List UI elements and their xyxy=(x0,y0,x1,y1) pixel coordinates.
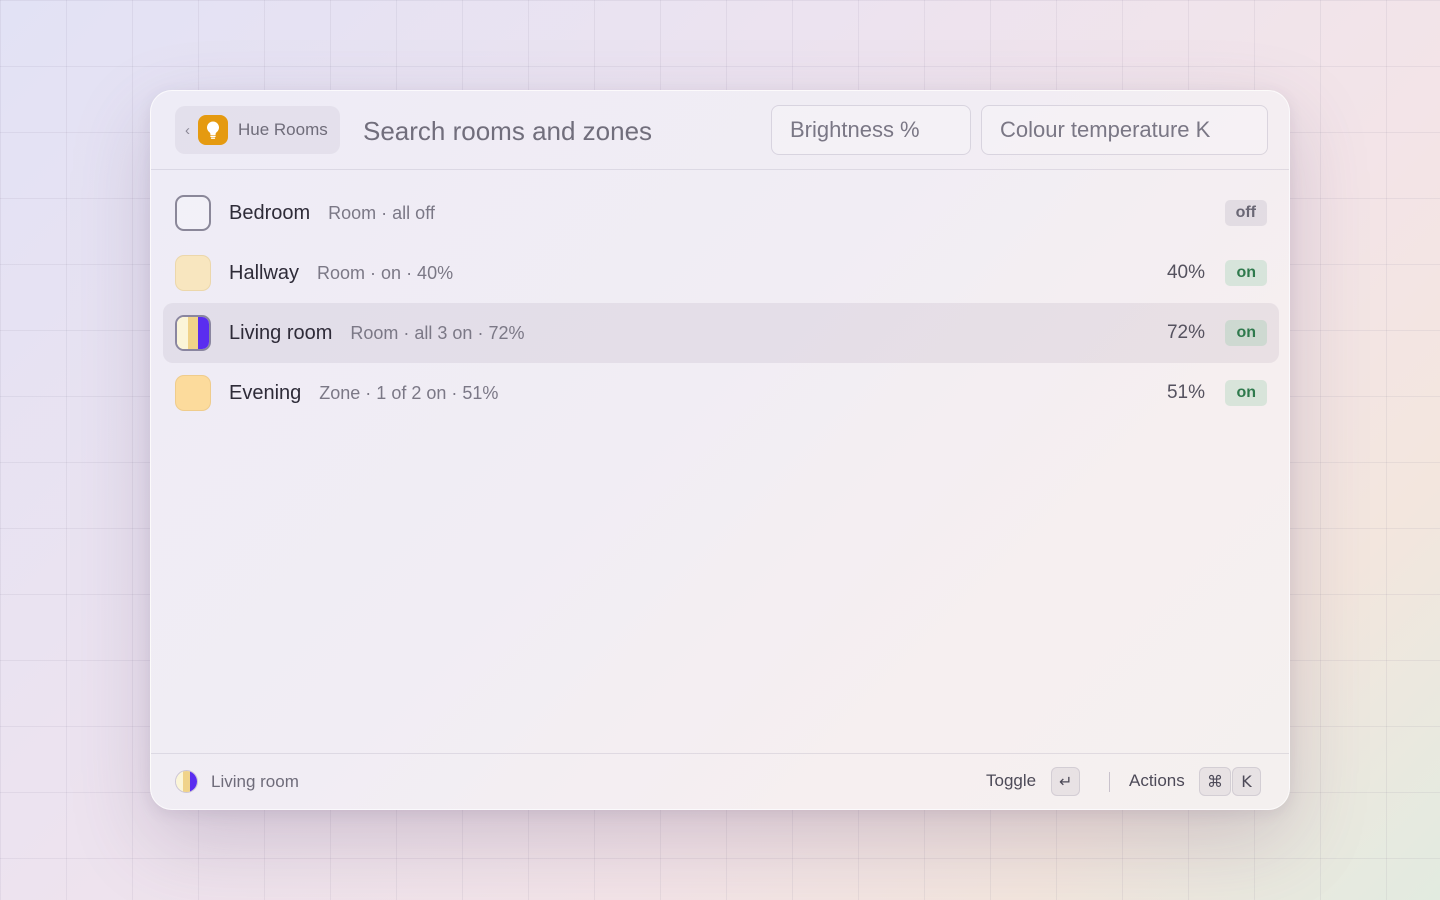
brightness-value: 72% xyxy=(1166,322,1205,343)
status-badge: off xyxy=(1224,200,1267,226)
status-badge: on xyxy=(1225,380,1267,406)
room-subtitle: Room · all 3 on · 72% xyxy=(350,322,525,343)
action-bar: Living room Toggle ↵ Actions ⌘ K xyxy=(151,753,1289,809)
toggle-action[interactable]: Toggle xyxy=(986,771,1036,791)
actions-button[interactable]: Actions xyxy=(1129,771,1185,791)
room-subtitle: Room · on · 40% xyxy=(317,262,454,283)
room-name: Bedroom xyxy=(229,201,311,224)
room-name: Hallway xyxy=(229,261,300,284)
selected-light-swatch-icon xyxy=(175,770,198,793)
back-button[interactable]: ‹ Hue Rooms xyxy=(175,106,340,154)
list-item-evening[interactable]: Evening Zone · 1 of 2 on · 51% 51% on xyxy=(163,363,1279,423)
light-color-swatch-icon xyxy=(175,315,211,351)
header-bar: ‹ Hue Rooms xyxy=(151,91,1289,170)
light-off-swatch-icon xyxy=(175,195,211,231)
brightness-value: 40% xyxy=(1166,262,1205,283)
zone-subtitle: Zone · 1 of 2 on · 51% xyxy=(319,382,499,403)
chevron-left-icon[interactable]: ‹ xyxy=(185,122,190,139)
light-color-swatch-icon xyxy=(175,255,211,291)
list-item-hallway[interactable]: Hallway Room · on · 40% 40% on xyxy=(163,243,1279,303)
selected-item-label: Living room xyxy=(211,772,299,791)
colour-temperature-input[interactable] xyxy=(981,105,1268,155)
list-item-living-room[interactable]: Living room Room · all 3 on · 72% 72% on xyxy=(163,303,1279,363)
brightness-input[interactable] xyxy=(771,105,971,155)
status-badge: on xyxy=(1225,260,1267,286)
search-input[interactable] xyxy=(363,113,743,149)
extension-name: Hue Rooms xyxy=(238,120,328,139)
footer-divider xyxy=(1109,772,1110,792)
zone-name: Evening xyxy=(229,381,302,404)
command-key-icon[interactable]: ⌘ xyxy=(1199,767,1231,796)
lightbulb-icon xyxy=(198,115,228,145)
room-name: Living room xyxy=(229,321,333,344)
brightness-value: 51% xyxy=(1166,382,1205,403)
light-color-swatch-icon xyxy=(175,375,211,411)
return-key-icon[interactable]: ↵ xyxy=(1051,767,1081,796)
list-item-bedroom[interactable]: Bedroom Room · all off off xyxy=(163,183,1279,243)
k-key[interactable]: K xyxy=(1232,767,1261,796)
room-subtitle: Room · all off xyxy=(328,202,435,223)
room-list: Bedroom Room · all off off Hallway Room … xyxy=(163,183,1279,423)
hue-rooms-window: ‹ Hue Rooms Bedroom Room · all off off xyxy=(150,90,1290,810)
status-badge: on xyxy=(1225,320,1267,346)
